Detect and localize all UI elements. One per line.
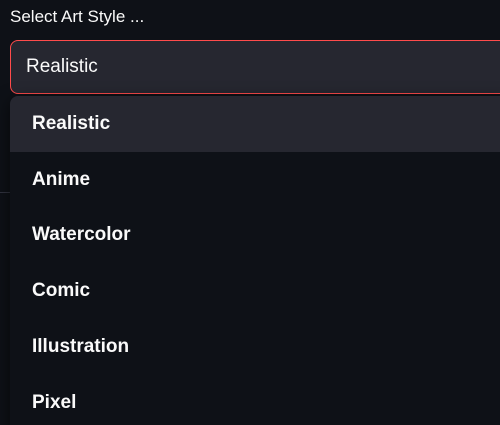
divider <box>0 96 10 193</box>
option-illustration[interactable]: Illustration <box>10 319 500 375</box>
option-anime[interactable]: Anime <box>10 152 500 208</box>
option-pixel[interactable]: Pixel <box>10 375 500 425</box>
selected-value: Realistic <box>26 56 98 77</box>
option-comic[interactable]: Comic <box>10 263 500 319</box>
option-realistic[interactable]: Realistic <box>10 96 500 152</box>
option-watercolor[interactable]: Watercolor <box>10 208 500 264</box>
select-label: Select Art Style ... <box>10 7 145 26</box>
art-style-select-widget: Select Art Style ... Realistic Realistic… <box>0 0 500 425</box>
art-style-select[interactable]: Realistic <box>10 40 500 94</box>
dropdown-listbox: Realistic Anime Watercolor Comic Illustr… <box>10 96 500 425</box>
